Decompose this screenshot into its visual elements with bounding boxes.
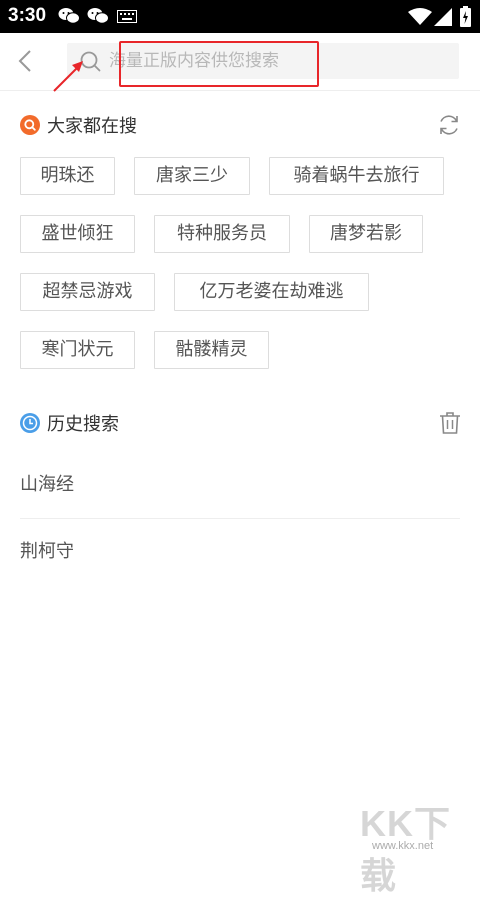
search-icon (80, 51, 101, 72)
history-title: 历史搜索 (47, 414, 119, 435)
hot-search-icon (20, 115, 40, 135)
hot-tag[interactable]: 超禁忌游戏 (20, 273, 155, 311)
keyboard-icon (117, 10, 137, 23)
hot-tag[interactable]: 寒门状元 (20, 331, 135, 369)
hot-tag[interactable]: 唐梦若影 (309, 215, 423, 253)
hot-tag[interactable]: 骑着蜗牛去旅行 (269, 157, 444, 195)
status-time: 3:30 (8, 5, 47, 26)
wifi-icon (408, 8, 432, 25)
back-button[interactable] (12, 47, 40, 75)
hot-tag[interactable]: 明珠还 (20, 157, 115, 195)
wechat-icon (87, 8, 109, 24)
hot-tag[interactable]: 盛世倾狂 (20, 215, 135, 253)
battery-icon (460, 6, 471, 27)
hot-tag[interactable]: 特种服务员 (154, 215, 290, 253)
signal-icon (434, 8, 452, 26)
search-box[interactable] (67, 43, 459, 79)
watermark-url: www.kkx.net (372, 840, 434, 852)
wechat-icon (58, 8, 80, 24)
search-header (0, 33, 480, 91)
search-input[interactable] (109, 43, 449, 79)
status-bar: 3:30 (0, 0, 480, 33)
clock-icon (20, 413, 40, 433)
hot-tag[interactable]: 亿万老婆在劫难逃 (174, 273, 369, 311)
watermark-logo: KK下载 www.kkx.net (360, 795, 478, 896)
hot-search-title: 大家都在搜 (47, 116, 137, 137)
trash-icon[interactable] (439, 411, 461, 435)
hot-tag[interactable]: 唐家三少 (134, 157, 250, 195)
history-item[interactable]: 山海经 (20, 452, 460, 518)
hot-tag[interactable]: 骷髅精灵 (154, 331, 269, 369)
refresh-icon[interactable] (437, 113, 461, 137)
history-item[interactable]: 荆柯守 (20, 519, 460, 585)
